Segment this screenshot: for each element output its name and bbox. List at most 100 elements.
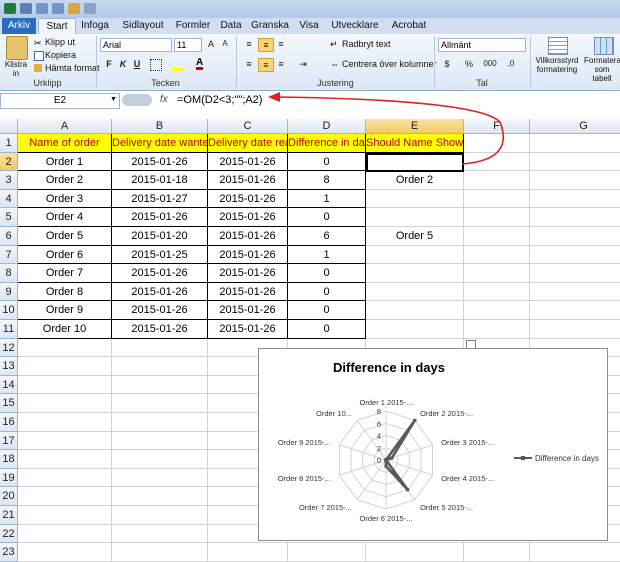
- cell[interactable]: [464, 134, 530, 153]
- align-top-button[interactable]: ≡: [242, 38, 256, 50]
- column-header-a[interactable]: A: [18, 119, 112, 134]
- data-cell[interactable]: [366, 320, 464, 339]
- tab-start[interactable]: Start: [38, 18, 76, 35]
- cell[interactable]: [464, 282, 530, 302]
- data-cell[interactable]: 2015-01-26: [208, 171, 288, 190]
- row-header[interactable]: 18: [0, 450, 18, 469]
- row-header[interactable]: 17: [0, 431, 18, 451]
- row-header[interactable]: 6: [0, 227, 18, 246]
- data-cell[interactable]: 2015-01-20: [112, 227, 208, 246]
- row-header[interactable]: 13: [0, 357, 18, 376]
- format-painter-button[interactable]: Hämta format: [45, 63, 100, 73]
- data-cell[interactable]: Order 4: [18, 208, 112, 227]
- row-header[interactable]: 15: [0, 394, 18, 413]
- data-cell[interactable]: 2015-01-26: [208, 282, 288, 302]
- cell[interactable]: [464, 227, 530, 246]
- cell[interactable]: [464, 320, 530, 339]
- cell[interactable]: [530, 227, 620, 246]
- chevron-down-icon[interactable]: ▼: [110, 93, 118, 107]
- grow-font-button[interactable]: A: [204, 38, 218, 50]
- row-header[interactable]: 9: [0, 282, 18, 302]
- row-header[interactable]: 21: [0, 506, 18, 525]
- cell[interactable]: [530, 190, 620, 209]
- cell[interactable]: [18, 506, 112, 525]
- print-icon[interactable]: [84, 3, 96, 14]
- data-cell[interactable]: 2015-01-18: [112, 171, 208, 190]
- row-header[interactable]: 14: [0, 375, 18, 395]
- data-cell[interactable]: Order 6: [18, 245, 112, 265]
- tab-data[interactable]: Data: [216, 18, 246, 34]
- tab-visa[interactable]: Visa: [294, 18, 324, 34]
- name-box[interactable]: E2: [0, 93, 120, 109]
- data-cell[interactable]: Order 5: [18, 227, 112, 246]
- data-cell[interactable]: 0: [288, 282, 366, 302]
- cell[interactable]: [530, 171, 620, 190]
- align-right-button[interactable]: ≡: [274, 58, 288, 70]
- data-cell[interactable]: [366, 264, 464, 283]
- cell[interactable]: [18, 543, 112, 562]
- data-cell[interactable]: 2015-01-26: [208, 264, 288, 283]
- formula-bar-handle[interactable]: [122, 94, 152, 106]
- data-cell[interactable]: 8: [288, 171, 366, 190]
- row-header[interactable]: 22: [0, 524, 18, 544]
- cell[interactable]: [18, 450, 112, 469]
- data-cell[interactable]: 2015-01-25: [112, 245, 208, 265]
- data-cell[interactable]: Order 9: [18, 301, 112, 320]
- row-header[interactable]: 3: [0, 171, 18, 190]
- cell[interactable]: [464, 245, 530, 265]
- cell[interactable]: [464, 208, 530, 227]
- merge-center-button[interactable]: Centrera över kolumner: [342, 59, 437, 69]
- cell[interactable]: [18, 375, 112, 395]
- row-header[interactable]: 1: [0, 134, 18, 153]
- cell[interactable]: [530, 134, 620, 153]
- data-cell[interactable]: 2015-01-26: [208, 301, 288, 320]
- tab-formler[interactable]: Formler: [172, 18, 214, 34]
- data-cell[interactable]: Order 5: [366, 227, 464, 246]
- tab-sidlayout[interactable]: Sidlayout: [116, 18, 170, 34]
- format-table-icon[interactable]: [594, 37, 614, 55]
- number-format-combo[interactable]: Allmänt: [438, 38, 526, 52]
- data-cell[interactable]: Order 7: [18, 264, 112, 283]
- cell[interactable]: [530, 246, 620, 265]
- data-cell[interactable]: 2015-01-27: [112, 189, 208, 209]
- cell[interactable]: [112, 357, 208, 376]
- column-header-f[interactable]: F: [464, 119, 530, 134]
- cell[interactable]: [530, 153, 620, 172]
- conditional-format-icon[interactable]: [548, 37, 568, 55]
- data-cell[interactable]: 1: [288, 189, 366, 209]
- column-header-g[interactable]: G: [530, 119, 620, 134]
- select-all-corner[interactable]: [0, 119, 18, 134]
- header-cell[interactable]: Name of order: [18, 134, 112, 153]
- column-header-e[interactable]: E: [366, 119, 464, 134]
- data-cell[interactable]: 0: [288, 152, 366, 172]
- data-cell[interactable]: Order 8: [18, 282, 112, 302]
- undo-icon[interactable]: [36, 3, 48, 14]
- data-cell[interactable]: Order 2: [18, 171, 112, 190]
- cut-button[interactable]: Klipp ut: [45, 37, 75, 47]
- save-icon[interactable]: [20, 3, 32, 14]
- cell[interactable]: [530, 208, 620, 227]
- cell[interactable]: [18, 394, 112, 413]
- cell[interactable]: [18, 431, 112, 451]
- row-header[interactable]: 12: [0, 338, 18, 358]
- header-cell[interactable]: Difference in days: [288, 134, 366, 153]
- data-cell[interactable]: 2015-01-26: [208, 320, 288, 339]
- cell[interactable]: [530, 320, 620, 339]
- cell[interactable]: [18, 413, 112, 432]
- redo-icon[interactable]: [52, 3, 64, 14]
- italic-button[interactable]: K: [116, 58, 130, 70]
- cell[interactable]: [112, 431, 208, 451]
- cell[interactable]: [112, 413, 208, 432]
- cell[interactable]: [464, 189, 530, 209]
- indent-button[interactable]: ⇥: [296, 58, 310, 70]
- column-header-d[interactable]: D: [288, 119, 366, 134]
- cell[interactable]: [530, 283, 620, 302]
- header-cell[interactable]: Delivery date real: [208, 134, 288, 153]
- data-cell[interactable]: Order 3: [18, 189, 112, 209]
- cell[interactable]: [112, 487, 208, 506]
- insert-function-button[interactable]: fx: [160, 94, 168, 105]
- data-cell[interactable]: [366, 208, 464, 227]
- column-header-c[interactable]: C: [208, 119, 288, 134]
- data-cell[interactable]: 2015-01-26: [208, 245, 288, 265]
- tab-acrobat[interactable]: Acrobat: [386, 18, 432, 34]
